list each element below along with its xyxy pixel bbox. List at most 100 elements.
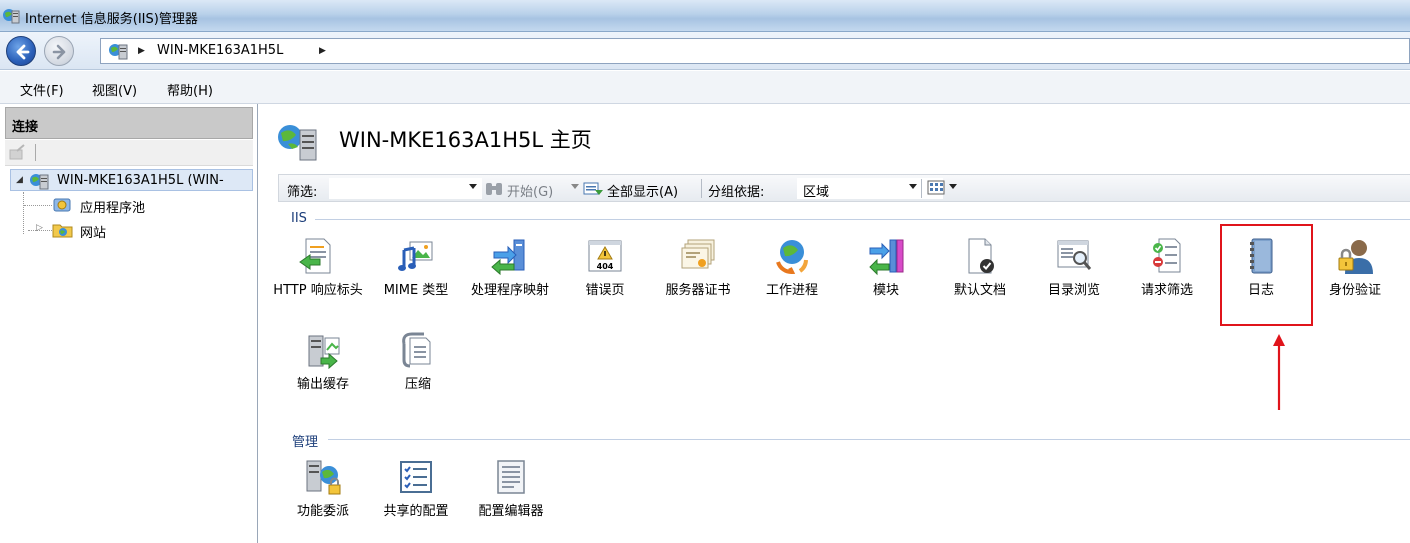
show-all-icon (583, 182, 603, 195)
delegation-icon (306, 460, 341, 495)
certificate-icon (681, 239, 715, 269)
feature-label: 工作进程 (765, 283, 818, 298)
tree-item-server[interactable]: ◢ WIN-MKE163A1H5L (WIN- (10, 169, 253, 191)
error-page-icon: 404 (588, 240, 622, 272)
window-title: Internet 信息服务(IIS)管理器 (25, 12, 198, 27)
view-dropdown-arrow-icon[interactable] (949, 184, 957, 189)
mime-icon (398, 241, 433, 271)
back-arrow-icon (16, 44, 30, 60)
tree-item-app-pools[interactable]: 应用程序池 (52, 194, 252, 216)
feature-error-pages[interactable]: 404 错误页 (559, 236, 651, 301)
request-filter-icon (1153, 238, 1181, 273)
feature-label: 处理程序映射 (470, 283, 549, 298)
app-pool-icon (53, 198, 71, 212)
expand-arrow-icon[interactable]: ◢ (16, 175, 23, 185)
shared-config-icon (400, 461, 432, 493)
connect-icon[interactable] (9, 144, 27, 160)
server-icon (30, 174, 49, 190)
feature-label: 共享的配置 (383, 504, 449, 519)
output-cache-icon (308, 335, 340, 370)
back-button[interactable] (6, 36, 36, 66)
sites-folder-icon (52, 224, 73, 238)
breadcrumb-separator-icon[interactable]: ▶ (319, 46, 326, 56)
group-divider (328, 439, 1410, 440)
tree-connector (23, 192, 24, 234)
feature-label: 模块 (872, 283, 899, 298)
filter-input[interactable] (329, 178, 482, 199)
menu-help[interactable]: 帮助(H) (167, 80, 213, 99)
connections-header: 连接 (5, 107, 253, 139)
group-title-manage: 管理 (292, 435, 319, 450)
address-bar: ▶ WIN-MKE163A1H5L ▶ (0, 32, 1410, 70)
svg-text:404: 404 (597, 262, 614, 271)
feature-request-filtering[interactable]: 请求筛选 (1121, 236, 1213, 301)
go-dropdown-arrow-icon[interactable] (571, 184, 579, 189)
group-title-iis: IIS (291, 211, 307, 226)
feature-label: 错误页 (585, 283, 625, 298)
filter-label: 筛选: (287, 185, 318, 200)
handler-icon (491, 239, 525, 276)
feature-http-headers[interactable]: HTTP 响应标头 (272, 236, 364, 301)
collapse-arrow-icon[interactable]: ▷ (36, 223, 43, 233)
filter-bar: 筛选: 开始(G) 全部显示(A) 分组依据: 区域 (278, 174, 1410, 202)
server-home-icon (278, 125, 317, 161)
feature-output-caching[interactable]: 输出缓存 (277, 330, 369, 395)
iis-app-icon (3, 9, 20, 24)
feature-shared-configuration[interactable]: 共享的配置 (370, 457, 462, 522)
tree-item-sites[interactable]: ▷ 网站 (36, 219, 236, 241)
modules-icon (869, 239, 904, 276)
go-button[interactable]: 开始(G) (507, 181, 553, 200)
feature-label: 目录浏览 (1047, 283, 1100, 298)
feature-server-certificates[interactable]: 服务器证书 (652, 236, 744, 301)
tree-item-label: 网站 (80, 226, 107, 241)
show-all-button[interactable]: 全部显示(A) (607, 181, 678, 200)
toolbar-separator (921, 179, 922, 198)
menu-bar: 文件(F) 视图(V) 帮助(H) (0, 71, 1410, 104)
menu-view[interactable]: 视图(V) (92, 80, 137, 99)
forward-button[interactable] (44, 36, 74, 66)
annotation-arrow-icon (1273, 334, 1285, 410)
view-icon[interactable] (927, 180, 947, 196)
feature-label: 配置编辑器 (478, 504, 544, 519)
tree-item-label: WIN-MKE163A1H5L (WIN- (57, 173, 224, 188)
config-editor-icon (497, 460, 525, 494)
group-by-dropdown-arrow-icon[interactable] (909, 184, 917, 189)
connections-pane: 连接 ◢ WIN-MKE163A1H5L (WIN- 应用程序池 ▷ 网站 (0, 104, 258, 543)
feature-label: 默认文档 (953, 283, 1006, 298)
filter-dropdown-arrow-icon[interactable] (469, 184, 477, 189)
server-icon (109, 44, 128, 60)
page-title: WIN-MKE163A1H5L 主页 (339, 128, 592, 152)
feature-authentication[interactable]: 身份验证 (1309, 236, 1401, 301)
breadcrumb-server[interactable]: WIN-MKE163A1H5L (157, 43, 283, 58)
authentication-icon (1338, 240, 1373, 274)
feature-mime-types[interactable]: MIME 类型 (370, 236, 462, 301)
feature-handler-mappings[interactable]: 处理程序映射 (464, 236, 556, 301)
default-document-icon (968, 238, 994, 274)
title-bar: Internet 信息服务(IIS)管理器 (0, 0, 1410, 32)
feature-directory-browsing[interactable]: 目录浏览 (1028, 236, 1120, 301)
feature-label: 请求筛选 (1140, 283, 1193, 298)
group-divider (315, 219, 1410, 220)
feature-label: 身份验证 (1328, 283, 1381, 298)
main-content: WIN-MKE163A1H5L 主页 筛选: 开始(G) 全部显示(A) 分组依… (260, 104, 1410, 543)
feature-default-document[interactable]: 默认文档 (934, 236, 1026, 301)
address-field[interactable]: ▶ WIN-MKE163A1H5L ▶ (100, 38, 1410, 64)
feature-worker-processes[interactable]: 工作进程 (746, 236, 838, 301)
tree-connector (24, 205, 52, 206)
connections-title: 连接 (12, 120, 39, 135)
annotation-highlight-box (1220, 224, 1313, 326)
http-headers-icon (299, 238, 331, 274)
feature-label: MIME 类型 (383, 283, 449, 298)
feature-delegation[interactable]: 功能委派 (277, 457, 369, 522)
menu-file[interactable]: 文件(F) (20, 80, 64, 99)
breadcrumb-separator-icon[interactable]: ▶ (138, 46, 145, 56)
forward-arrow-icon (52, 44, 66, 60)
feature-modules[interactable]: 模块 (840, 236, 932, 301)
toolbar-separator (35, 144, 36, 161)
feature-configuration-editor[interactable]: 配置编辑器 (465, 457, 557, 522)
toolbar-separator (701, 179, 702, 198)
tree-item-label: 应用程序池 (80, 201, 146, 216)
binoculars-icon (486, 183, 502, 195)
feature-label: 压缩 (404, 377, 431, 392)
feature-compression[interactable]: 压缩 (372, 330, 464, 395)
